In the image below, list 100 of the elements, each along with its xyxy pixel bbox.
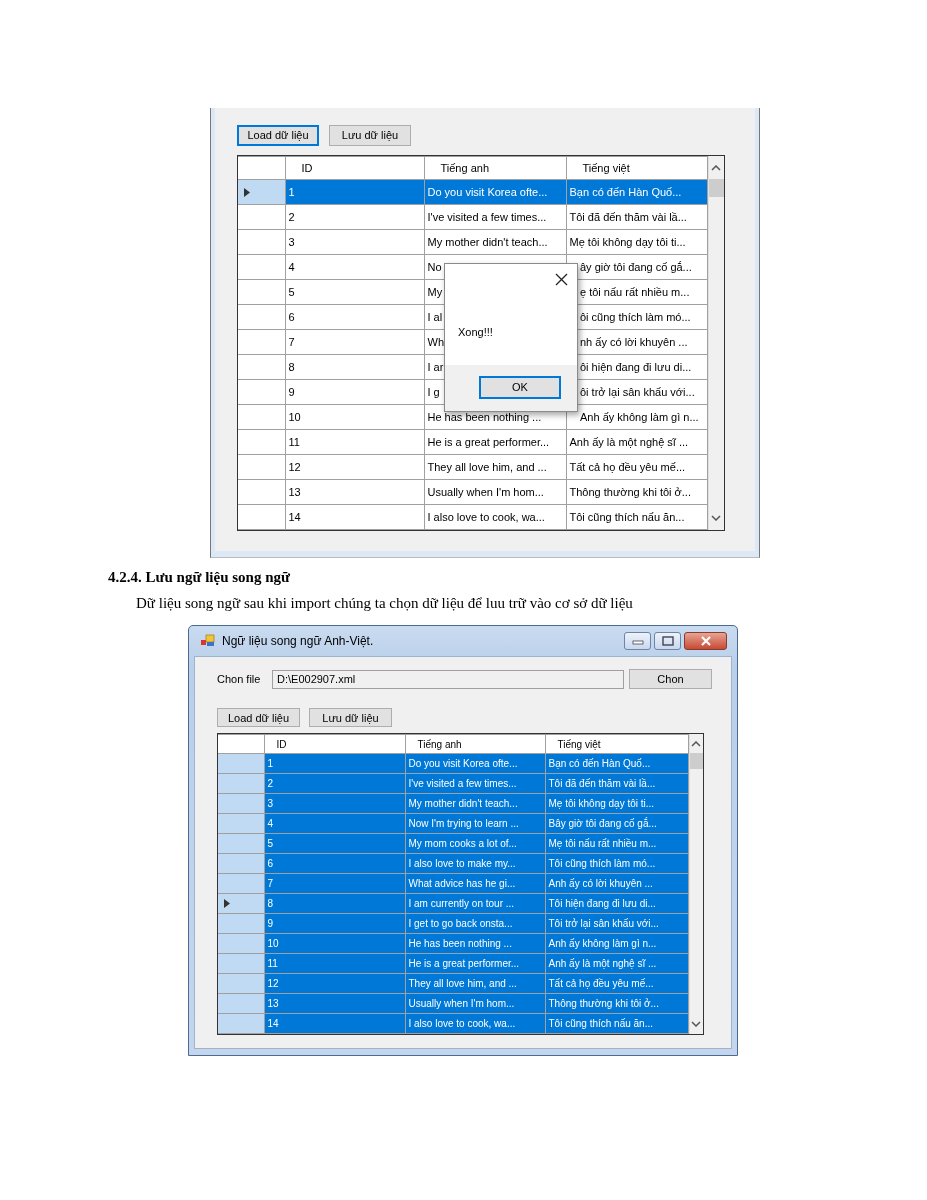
table-cell-text: I also love to cook, wa... xyxy=(408,1017,516,1031)
column-header: Tiếng anh xyxy=(440,161,490,174)
table-cell-text: I've visited a few times... xyxy=(408,777,517,791)
column-header: ID xyxy=(301,161,313,174)
table-cell-text: Tất cả họ đều yêu mế... xyxy=(569,459,686,475)
table-cell-text: Tôi hiện đang đi lưu di... xyxy=(548,897,656,911)
table-cell-text: They all love him, and ... xyxy=(427,459,547,475)
table-cell-text: Mẹ tôi không dạy tôi ti... xyxy=(569,234,686,250)
table-cell-text: ẹ tôi nấu rất nhiều m... xyxy=(580,284,690,300)
table-cell-text: I also love to cook, wa... xyxy=(427,509,545,525)
table-cell-text: 9 xyxy=(267,917,274,931)
table-cell-text: Usually when I'm hom... xyxy=(427,484,544,500)
table-cell-text: Bạn có đến Hàn Quố... xyxy=(569,184,682,200)
table-cell-text: Anh ấy có lời khuyên ... xyxy=(548,877,653,891)
table-cell-text: They all love him, and ... xyxy=(408,977,517,991)
table-cell-text: He is a great performer... xyxy=(427,434,550,450)
table-cell-text: ôi cũng thích làm mó... xyxy=(580,309,691,325)
table-cell-text: Now I'm trying to learn ... xyxy=(408,817,519,831)
scroll-down-icon xyxy=(711,514,722,521)
button[interactable]: Lưu dữ liệu xyxy=(309,708,392,727)
column-header: Tiếng anh xyxy=(417,738,462,750)
table-cell-text: 13 xyxy=(267,997,279,1011)
table-cell-text: 7 xyxy=(288,334,295,350)
table-cell-text: 5 xyxy=(288,284,295,300)
table-cell: Bây giờ tôi đang cố gắ... xyxy=(548,816,657,831)
minimize-button[interactable] xyxy=(624,632,651,650)
table-cell-text: My mother didn't teach... xyxy=(427,234,548,250)
table-cell-text: ôi hiện đang đi lưu di... xyxy=(580,359,692,375)
column-header: ID xyxy=(276,738,287,750)
table-cell-text: 8 xyxy=(288,359,295,375)
app-icon xyxy=(200,634,216,648)
table-cell-text: Usually when I'm hom... xyxy=(408,997,515,1011)
close-icon xyxy=(699,636,712,646)
scroll-up-icon xyxy=(691,740,702,747)
table-cell-text: Thông thường khi tôi ở... xyxy=(548,997,659,1011)
button[interactable]: Lưu dữ liệu xyxy=(329,125,411,146)
table-cell-text: 1 xyxy=(267,757,274,771)
table-cell-text: ây giờ tôi đang cố gắ... xyxy=(580,259,692,275)
table-cell-text: I also love to make my... xyxy=(408,857,516,871)
table-cell-text: 10 xyxy=(267,937,279,951)
table-cell-text: He has been nothing ... xyxy=(408,937,512,951)
button[interactable]: Load dữ liệu xyxy=(217,708,300,727)
table-cell-text: ôi trở lại sân khấu với... xyxy=(580,384,695,400)
scroll-down-icon xyxy=(691,1021,702,1027)
table-cell-text: My mom cooks a lot of... xyxy=(408,837,517,851)
message-text: Xong!!! xyxy=(458,325,494,340)
table-cell-text: Tôi cũng thích nấu ăn... xyxy=(548,1017,653,1031)
table-cell-text: I g xyxy=(427,384,440,400)
table-cell-text: Do you visit Korea ofte... xyxy=(427,184,548,200)
row-header[interactable] xyxy=(218,893,264,914)
table-cell-text: Anh ấy không làm gì n... xyxy=(580,409,699,425)
table-cell-text: 3 xyxy=(267,797,274,811)
table-cell-text: Bạn có đến Hàn Quố... xyxy=(548,757,651,771)
scrollbar-thumb[interactable] xyxy=(708,179,724,197)
file-path-field[interactable]: D:\E002907.xml xyxy=(272,669,624,689)
maximize-button[interactable] xyxy=(654,632,681,650)
section-heading: 4.2.4. Lưu ngữ liệu song ngữ xyxy=(108,568,292,586)
table-cell-text: Anh ấy là một nghệ sĩ ... xyxy=(548,957,657,971)
table-cell-text: 6 xyxy=(267,857,274,871)
table-cell-text: I al xyxy=(427,309,443,325)
table-cell-text: 10 xyxy=(288,409,301,425)
table-cell-text: 2 xyxy=(288,209,295,225)
column-header: Tiếng việt xyxy=(557,738,601,750)
table-cell-text: nh ấy có lời khuyên ... xyxy=(580,334,688,350)
button[interactable]: Load dữ liệu xyxy=(237,125,319,146)
table-cell-text: My mother didn't teach... xyxy=(408,797,518,811)
table-cell-text: Tôi cũng thích nấu ăn... xyxy=(569,509,685,525)
table-cell-text: 3 xyxy=(288,234,295,250)
close-icon[interactable] xyxy=(555,273,568,286)
table-cell-text: I am currently on tour ... xyxy=(408,897,515,911)
table-cell-text: He has been nothing ... xyxy=(427,409,542,425)
table-cell-text: Mẹ tôi không dạy tôi ti... xyxy=(548,797,655,811)
browse-button[interactable]: Chon xyxy=(629,669,712,689)
row-header[interactable] xyxy=(238,179,285,205)
minimize-icon xyxy=(631,637,644,645)
scrollbar-thumb[interactable] xyxy=(689,753,703,769)
close-button[interactable] xyxy=(684,632,727,650)
table-cell-text: 12 xyxy=(288,459,301,475)
table-cell-text: I ar xyxy=(427,359,444,375)
table-cell-text: Tôi đã đến thăm vài lầ... xyxy=(569,209,687,225)
table-cell-text: 14 xyxy=(267,1017,279,1031)
table-cell-text: My xyxy=(427,284,443,300)
table-cell-text: What advice has he gi... xyxy=(408,877,516,891)
ok-button[interactable]: OK xyxy=(479,376,561,399)
table-cell-text: I've visited a few times... xyxy=(427,209,547,225)
table-cell-text: He is a great performer... xyxy=(408,957,520,971)
table-cell-text: 7 xyxy=(267,877,274,891)
column-header: Tiếng việt xyxy=(582,161,630,174)
paragraph: Dữ liệu song ngữ sau khi import chúng ta chọn dữ liệu để luu trữ vào cơ sở dữ liệu xyxy=(136,594,634,612)
table-cell-text: 13 xyxy=(288,484,301,500)
table-cell-text: 8 xyxy=(267,897,274,911)
field-label: Chon file xyxy=(217,671,262,687)
table-cell-text: Anh ấy không làm gì n... xyxy=(548,937,657,951)
table-cell-text: 2 xyxy=(267,777,274,791)
table-cell-text: 14 xyxy=(288,509,301,525)
window-title: Ngữ liệu song ngữ Anh-Việt. xyxy=(222,633,374,650)
table-cell-text: Tôi đã đến thăm vài lầ... xyxy=(548,777,656,791)
table-cell-text: 6 xyxy=(288,309,295,325)
table-cell-text: No xyxy=(427,259,442,275)
table-cell-text: I get to go back onsta... xyxy=(408,917,513,931)
